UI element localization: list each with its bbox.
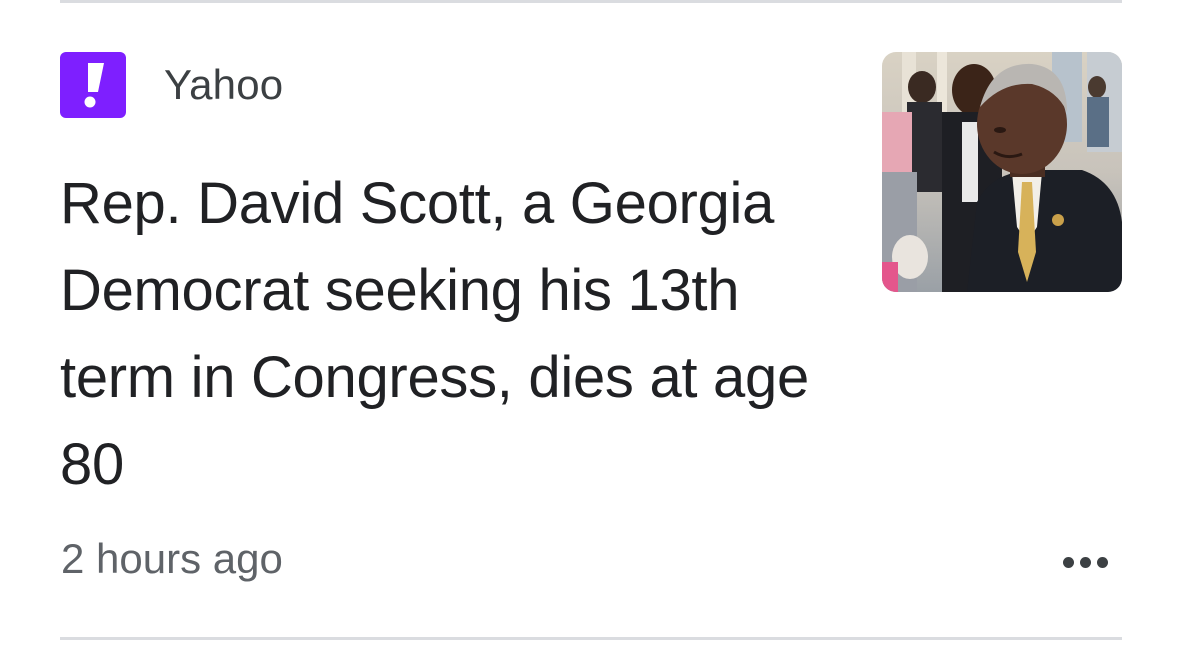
news-article-card[interactable]: Yahoo Rep. David Scott, a Georgia Democr… (0, 0, 1179, 640)
more-options-button[interactable] (1050, 540, 1120, 584)
source-name: Yahoo (164, 61, 284, 108)
more-dot-icon (1062, 556, 1074, 568)
bottom-divider (60, 637, 1122, 640)
article-photo (882, 52, 1122, 292)
yahoo-logo-icon (60, 52, 126, 118)
source-row: Yahoo (60, 52, 283, 118)
article-timestamp: 2 hours ago (61, 535, 283, 582)
article-thumbnail[interactable] (882, 52, 1122, 292)
more-dot-icon (1079, 556, 1091, 568)
article-headline[interactable]: Rep. David Scott, a Georgia Democrat see… (60, 160, 820, 508)
more-dot-icon (1096, 556, 1108, 568)
